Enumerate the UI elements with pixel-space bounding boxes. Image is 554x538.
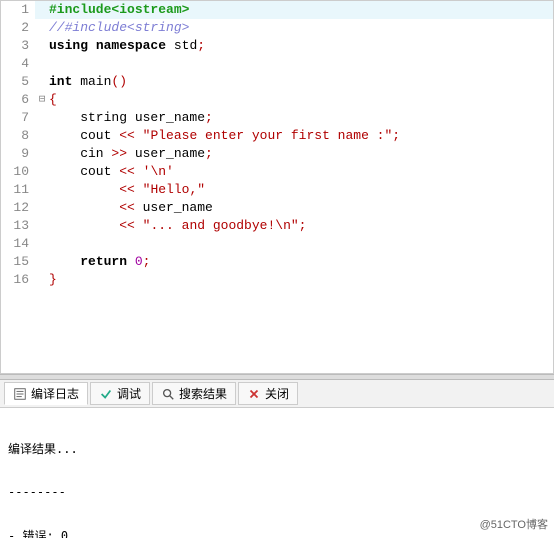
line-number: 15 xyxy=(1,253,35,271)
code-line[interactable]: 7 string user_name; xyxy=(1,109,553,127)
code-text[interactable]: << "... and goodbye!\n"; xyxy=(49,217,306,235)
code-text[interactable]: string user_name; xyxy=(49,109,213,127)
line-number: 16 xyxy=(1,271,35,289)
code-line[interactable]: 14 xyxy=(1,235,553,253)
code-text[interactable]: << user_name xyxy=(49,199,213,217)
line-number: 8 xyxy=(1,127,35,145)
line-number: 10 xyxy=(1,163,35,181)
code-text[interactable]: return 0; xyxy=(49,253,150,271)
watermark: @51CTO博客 xyxy=(480,516,548,532)
fold-toggle-icon xyxy=(35,73,49,91)
fold-toggle-icon[interactable]: ⊟ xyxy=(35,91,49,109)
tab-search-results[interactable]: 搜索结果 xyxy=(152,382,236,405)
code-line[interactable]: 2 //#include<string> xyxy=(1,19,553,37)
fold-toggle-icon xyxy=(35,217,49,235)
line-number: 5 xyxy=(1,73,35,91)
code-line[interactable]: 9 cin >> user_name; xyxy=(1,145,553,163)
code-line[interactable]: 1 #include<iostream> xyxy=(1,1,553,19)
output-tabs: 编译日志 调试 搜索结果 关闭 xyxy=(0,380,554,408)
fold-toggle-icon xyxy=(35,109,49,127)
tab-label: 搜索结果 xyxy=(179,385,227,402)
line-number: 2 xyxy=(1,19,35,37)
code-text[interactable]: cin >> user_name; xyxy=(49,145,213,163)
code-text[interactable]: //#include<string> xyxy=(49,19,189,37)
line-number: 12 xyxy=(1,199,35,217)
fold-toggle-icon xyxy=(35,271,49,289)
output-pane: 编译结果... -------- - 错误: 0 - 警告: 0 - 输出文件名… xyxy=(0,408,554,538)
fold-toggle-icon xyxy=(35,253,49,271)
check-icon xyxy=(99,387,113,401)
code-text[interactable]: << "Hello," xyxy=(49,181,205,199)
fold-toggle-icon xyxy=(35,181,49,199)
code-text[interactable]: #include<iostream> xyxy=(49,1,189,19)
log-icon xyxy=(13,387,27,401)
code-line[interactable]: 5 int main() xyxy=(1,73,553,91)
close-icon xyxy=(247,387,261,401)
tab-label: 调试 xyxy=(117,385,141,402)
output-divider: -------- xyxy=(8,485,546,499)
tab-debug[interactable]: 调试 xyxy=(90,382,150,405)
fold-toggle-icon xyxy=(35,199,49,217)
code-text[interactable]: int main() xyxy=(49,73,127,91)
line-number: 6 xyxy=(1,91,35,109)
fold-toggle-icon xyxy=(35,235,49,253)
fold-toggle-icon xyxy=(35,1,49,19)
code-line[interactable]: 4 xyxy=(1,55,553,73)
code-text[interactable]: } xyxy=(49,271,57,289)
line-number: 11 xyxy=(1,181,35,199)
line-number: 9 xyxy=(1,145,35,163)
code-line[interactable]: 6⊟{ xyxy=(1,91,553,109)
code-text[interactable]: cout << "Please enter your first name :"… xyxy=(49,127,400,145)
code-line[interactable]: 13 << "... and goodbye!\n"; xyxy=(1,217,553,235)
code-line[interactable]: 11 << "Hello," xyxy=(1,181,553,199)
fold-toggle-icon xyxy=(35,145,49,163)
code-text[interactable]: using namespace std; xyxy=(49,37,205,55)
line-number: 4 xyxy=(1,55,35,73)
code-text[interactable]: cout << '\n' xyxy=(49,163,174,181)
fold-toggle-icon xyxy=(35,37,49,55)
output-errors: - 错误: 0 xyxy=(8,527,546,538)
code-line[interactable]: 10 cout << '\n' xyxy=(1,163,553,181)
fold-toggle-icon xyxy=(35,127,49,145)
output-header: 编译结果... xyxy=(8,440,546,457)
line-number: 14 xyxy=(1,235,35,253)
line-number: 1 xyxy=(1,1,35,19)
tab-compile-log[interactable]: 编译日志 xyxy=(4,382,88,405)
code-line[interactable]: 12 << user_name xyxy=(1,199,553,217)
code-line[interactable]: 8 cout << "Please enter your first name … xyxy=(1,127,553,145)
line-number: 13 xyxy=(1,217,35,235)
code-line[interactable]: 3 using namespace std; xyxy=(1,37,553,55)
search-icon xyxy=(161,387,175,401)
fold-toggle-icon xyxy=(35,55,49,73)
tab-label: 关闭 xyxy=(265,385,289,402)
fold-toggle-icon xyxy=(35,163,49,181)
code-text[interactable]: { xyxy=(49,91,57,109)
line-number: 7 xyxy=(1,109,35,127)
tab-close[interactable]: 关闭 xyxy=(238,382,298,405)
tab-label: 编译日志 xyxy=(31,385,79,402)
code-line[interactable]: 16} xyxy=(1,271,553,289)
fold-toggle-icon xyxy=(35,19,49,37)
line-number: 3 xyxy=(1,37,35,55)
code-line[interactable]: 15 return 0; xyxy=(1,253,553,271)
code-editor[interactable]: 1 #include<iostream> 2 //#include<string> 3u… xyxy=(0,0,554,374)
